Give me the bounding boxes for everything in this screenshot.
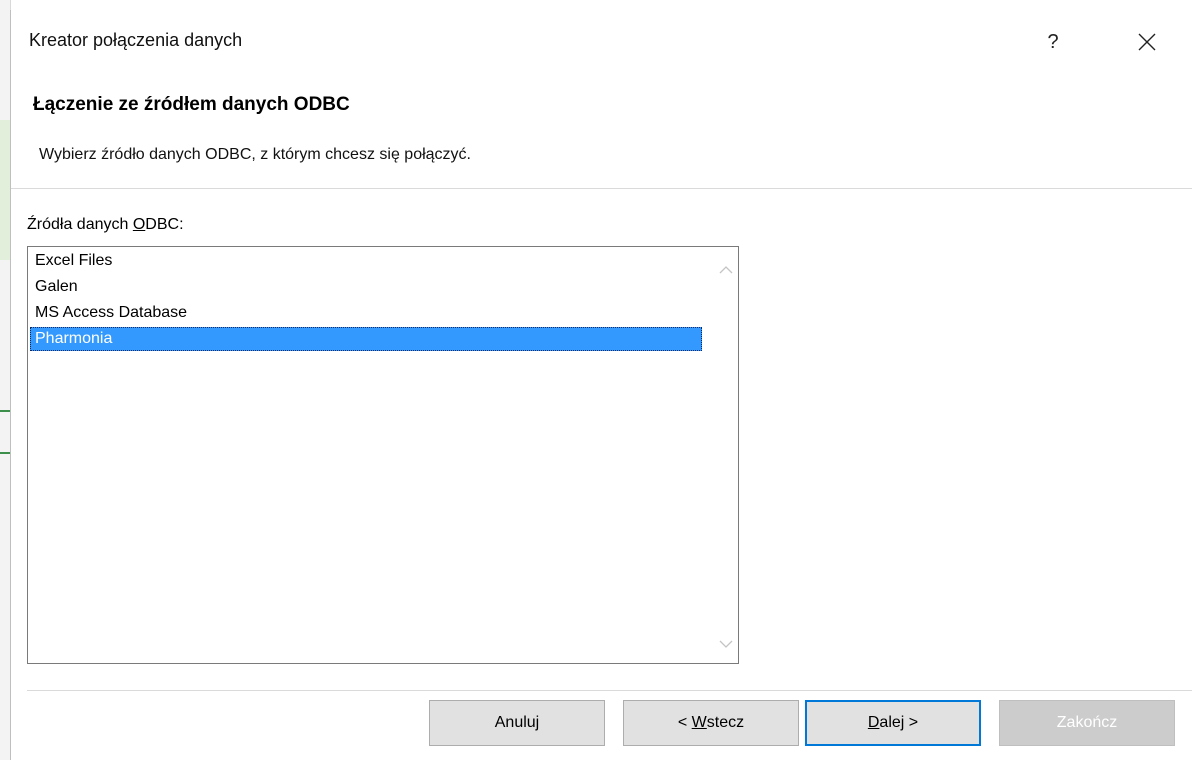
list-item-selected[interactable]: Pharmonia — [30, 327, 702, 351]
chevron-up-icon — [719, 266, 733, 274]
scroll-up-button[interactable] — [718, 263, 734, 275]
label-mnemonic: O — [132, 216, 146, 233]
back-button[interactable]: < Wstecz — [623, 700, 799, 746]
chevron-down-icon — [719, 640, 733, 648]
close-button[interactable] — [1127, 24, 1167, 60]
cancel-button[interactable]: Anuluj — [429, 700, 605, 746]
finish-button[interactable]: Zakończ — [999, 700, 1175, 746]
page-subtitle: Wybierz źródło danych ODBC, z którym chc… — [39, 146, 471, 163]
background-border-line — [0, 452, 10, 454]
close-icon — [1138, 33, 1156, 51]
finish-button-label: Zakończ — [1056, 714, 1118, 731]
background-cell-fill — [0, 120, 10, 260]
footer-divider — [27, 690, 1192, 691]
list-item[interactable]: Excel Files — [30, 249, 702, 273]
data-sources-label: Źródła danych ODBC: — [27, 216, 184, 233]
list-item[interactable]: Galen — [30, 275, 702, 299]
window-title: Kreator połączenia danych — [29, 30, 243, 50]
help-button[interactable]: ? — [1033, 24, 1073, 60]
list-item[interactable]: MS Access Database — [30, 301, 702, 325]
header-divider — [11, 188, 1192, 189]
cancel-button-label: Anuluj — [494, 714, 540, 731]
scroll-down-button[interactable] — [718, 637, 734, 649]
background-border-line — [0, 410, 10, 412]
help-icon: ? — [1047, 31, 1059, 53]
page-title: Łączenie ze źródłem danych ODBC — [33, 94, 350, 115]
title-bar[interactable]: Kreator połączenia danych ? — [11, 10, 1192, 74]
next-button[interactable]: Dalej > — [805, 700, 981, 746]
data-connection-wizard-dialog: Kreator połączenia danych ? Łączenie ze … — [10, 10, 1192, 760]
odbc-data-sources-list[interactable]: Excel Files Galen MS Access Database Pha… — [27, 246, 739, 664]
